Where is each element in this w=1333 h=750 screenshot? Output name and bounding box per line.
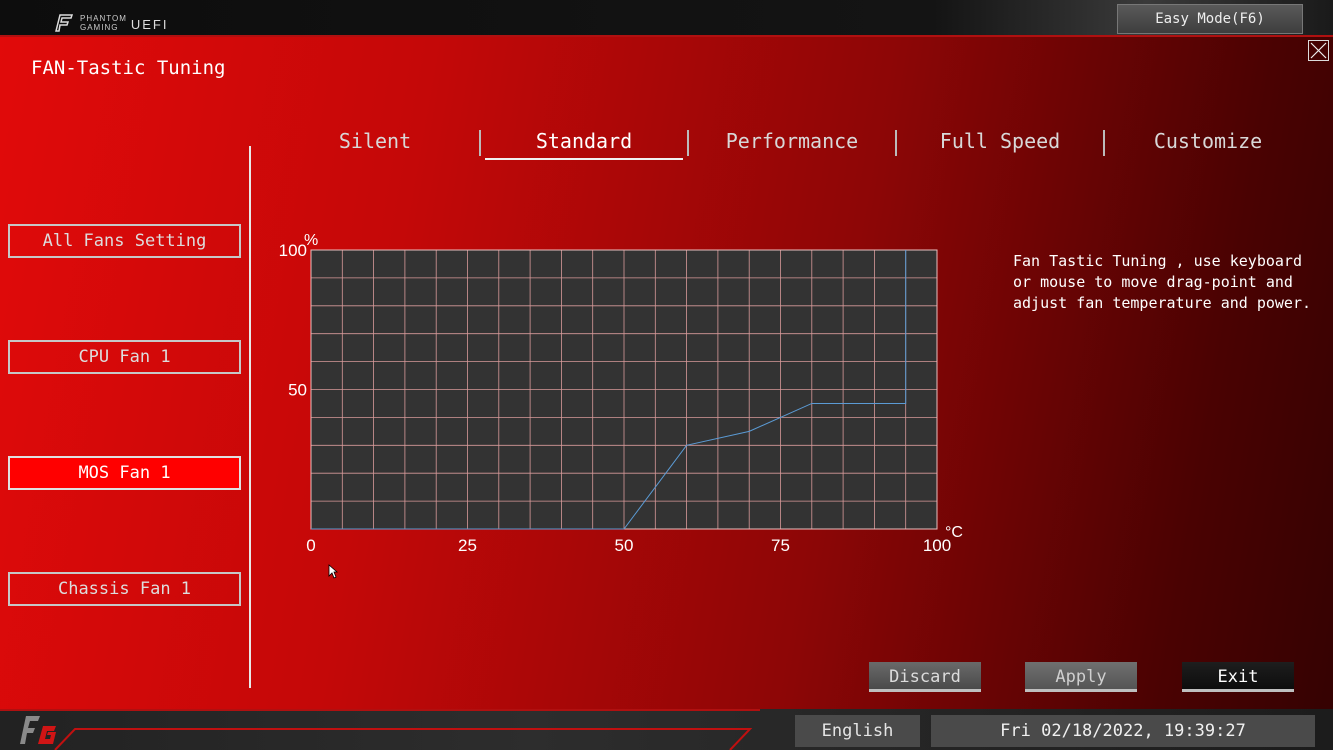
phantom-gaming-bottom-logo-icon	[20, 716, 56, 744]
x-tick-label: 50	[615, 536, 634, 555]
uefi-label: UEFI	[130, 17, 169, 32]
x-tick-label: 25	[458, 536, 477, 555]
mouse-cursor-icon	[328, 564, 338, 579]
sidebar-item-all-fans-setting[interactable]: All Fans Setting	[8, 224, 241, 258]
top-bar: PHANTOM GAMING UEFI Easy Mode(F6)	[0, 0, 1333, 37]
fan-curve-chart[interactable]: 0 25 50 75 10010050 % °C	[270, 225, 970, 560]
tab-separator	[479, 130, 481, 156]
x-tick-label: 75	[771, 536, 790, 555]
bottom-accent-line	[0, 709, 760, 750]
tab-customize[interactable]: Customize	[1109, 124, 1307, 160]
y-unit-label: %	[304, 232, 318, 249]
help-text: Fan Tastic Tuning , use keyboard or mous…	[1013, 252, 1312, 312]
close-icon[interactable]	[1308, 40, 1329, 61]
sidebar-item-mos-fan-1[interactable]: MOS Fan 1	[8, 456, 241, 490]
y-tick-label: 100	[279, 241, 307, 260]
brand-line-2: GAMING	[80, 23, 119, 32]
phantom-gaming-logo-icon	[55, 14, 74, 32]
x-tick-label: 0	[306, 536, 315, 555]
discard-button[interactable]: Discard	[869, 662, 981, 692]
language-selector[interactable]: English	[795, 715, 920, 747]
x-unit-label: °C	[945, 524, 963, 541]
bottom-bar: English Fri 02/18/2022, 19:39:27	[0, 709, 1333, 750]
tab-full-speed[interactable]: Full Speed	[901, 124, 1099, 160]
tab-separator	[687, 130, 689, 156]
easy-mode-button[interactable]: Easy Mode(F6)	[1117, 4, 1303, 34]
sidebar-item-chassis-fan-1[interactable]: Chassis Fan 1	[8, 572, 241, 606]
tab-silent[interactable]: Silent	[276, 124, 474, 160]
tab-separator	[895, 130, 897, 156]
tab-performance[interactable]: Performance	[693, 124, 891, 160]
apply-button[interactable]: Apply	[1025, 662, 1137, 692]
brand-line-1: PHANTOM	[80, 14, 127, 23]
exit-button[interactable]: Exit	[1182, 662, 1294, 692]
date-time-display: Fri 02/18/2022, 19:39:27	[931, 715, 1315, 747]
tab-separator	[1103, 130, 1105, 156]
sidebar-divider	[249, 146, 251, 688]
page-title: FAN-Tastic Tuning	[31, 57, 226, 79]
phantom-gaming-logo: PHANTOM GAMING UEFI	[52, 8, 168, 32]
sidebar-item-cpu-fan-1[interactable]: CPU Fan 1	[8, 340, 241, 374]
y-tick-label: 50	[288, 381, 307, 400]
tab-standard[interactable]: Standard	[485, 124, 683, 160]
